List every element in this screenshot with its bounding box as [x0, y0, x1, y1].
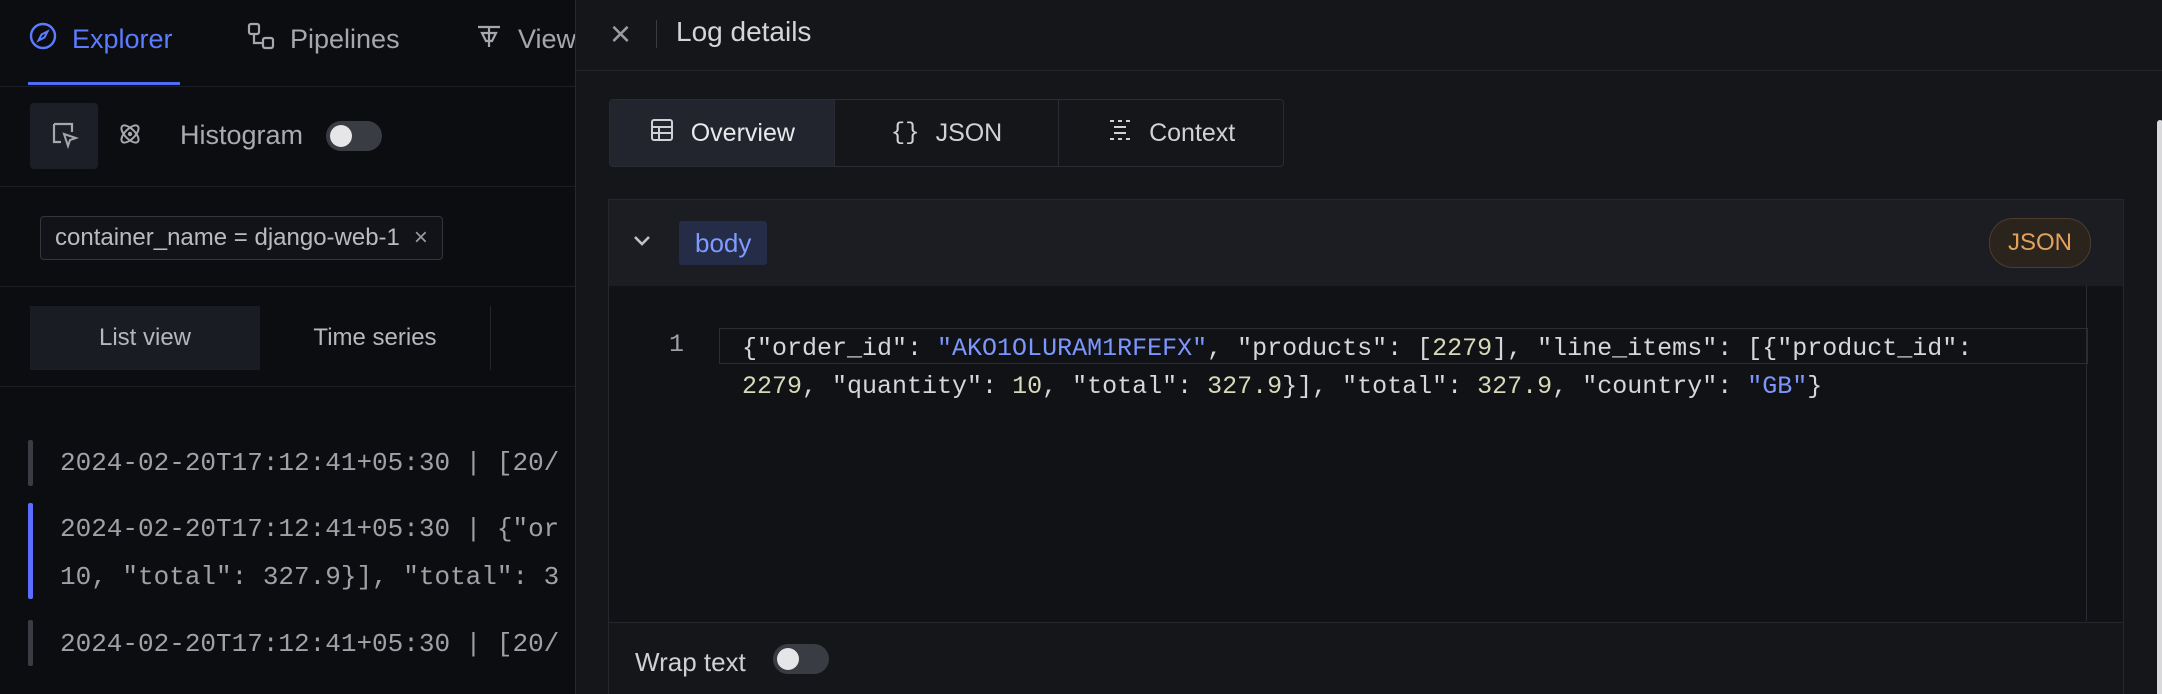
- drawer-header: [576, 0, 2162, 71]
- code-scroll-edge: [2086, 286, 2087, 621]
- tab-explorer[interactable]: Explorer: [28, 18, 173, 60]
- log-details-drawer: × Log details Overview {} JSON Context b…: [575, 0, 2162, 694]
- log-severity-bar: [28, 620, 33, 666]
- filter-chip-label: container_name = django-web-1: [55, 224, 400, 251]
- active-tab-indicator: [28, 82, 180, 85]
- tab-time-series-label: Time series: [313, 324, 437, 351]
- json-badge: JSON: [1988, 218, 2091, 268]
- field-panel: body JSON 1 {"order_id": "AKO1OLURAM1RFE…: [608, 199, 2124, 694]
- histogram-toggle-knob: [330, 125, 352, 147]
- log-severity-bar: [28, 440, 33, 486]
- field-name: body: [679, 221, 768, 265]
- close-icon[interactable]: ×: [610, 16, 631, 52]
- pipeline-icon: [246, 21, 276, 58]
- close-icon[interactable]: ×: [414, 224, 428, 252]
- histogram-label: Histogram: [180, 120, 304, 150]
- tab-time-series[interactable]: Time series: [260, 306, 490, 370]
- field-panel-header[interactable]: body JSON: [609, 200, 2123, 287]
- wrap-text-toggle[interactable]: [773, 644, 829, 674]
- tab-list-view-label: List view: [98, 324, 192, 351]
- atom-icon: [115, 119, 145, 154]
- tab-overview[interactable]: Overview: [610, 100, 835, 166]
- braces-icon: {}: [890, 119, 920, 147]
- code-viewer[interactable]: 1 {"order_id": "AKO1OLURAM1RFEFX", "prod…: [609, 286, 2123, 621]
- tab-explorer-label: Explorer: [72, 23, 173, 54]
- context-icon: [1107, 117, 1133, 150]
- histogram-toggle[interactable]: [326, 121, 382, 151]
- wrap-text-toggle-knob: [777, 648, 799, 670]
- log-row-1[interactable]: 2024-02-20T17:12:41+05:30 | [20/: [60, 448, 559, 478]
- tab-divider: [490, 306, 491, 370]
- drawer-scrollbar[interactable]: [2157, 120, 2162, 694]
- log-row-2[interactable]: 2024-02-20T17:12:41+05:30 | {"or: [60, 514, 559, 544]
- tab-pipelines[interactable]: Pipelines: [246, 18, 400, 60]
- clickhouse-query-button[interactable]: [96, 103, 164, 169]
- tab-context-label: Context: [1149, 118, 1236, 147]
- views-icon: [474, 21, 504, 58]
- tab-list-view[interactable]: List view: [30, 306, 260, 370]
- cursor-select-icon: [49, 119, 80, 154]
- header-separator: [656, 20, 657, 48]
- log-row-2-cont[interactable]: 10, "total": 327.9}], "total": 3: [60, 562, 559, 592]
- compass-icon: [28, 21, 58, 58]
- table-icon: [649, 117, 675, 150]
- detail-tabs: Overview {} JSON Context: [609, 99, 1284, 167]
- log-row-3[interactable]: 2024-02-20T17:12:41+05:30 | [20/: [60, 629, 559, 659]
- log-severity-bar-selected: [28, 503, 33, 599]
- drawer-title: Log details: [676, 16, 812, 47]
- line-number: 1: [669, 330, 685, 359]
- filter-chip[interactable]: container_name = django-web-1 ×: [40, 216, 443, 260]
- wrap-text-label: Wrap text: [635, 647, 746, 677]
- json-body-text[interactable]: {"order_id": "AKO1OLURAM1RFEFX", "produc…: [742, 330, 1972, 406]
- explorer-pane: Explorer Pipelines Views Histogram conta…: [0, 0, 575, 694]
- tab-json-label: JSON: [935, 118, 1003, 147]
- chevron-down-icon[interactable]: [629, 228, 655, 259]
- tab-pipelines-label: Pipelines: [290, 23, 400, 54]
- tab-context[interactable]: Context: [1059, 100, 1283, 166]
- tab-json[interactable]: {} JSON: [835, 100, 1060, 166]
- wrap-text-row: Wrap text: [609, 622, 2123, 694]
- query-builder-button[interactable]: [30, 103, 98, 169]
- tab-views-label: Views: [518, 23, 575, 54]
- tab-views[interactable]: Views: [474, 18, 575, 60]
- tab-overview-label: Overview: [690, 118, 795, 147]
